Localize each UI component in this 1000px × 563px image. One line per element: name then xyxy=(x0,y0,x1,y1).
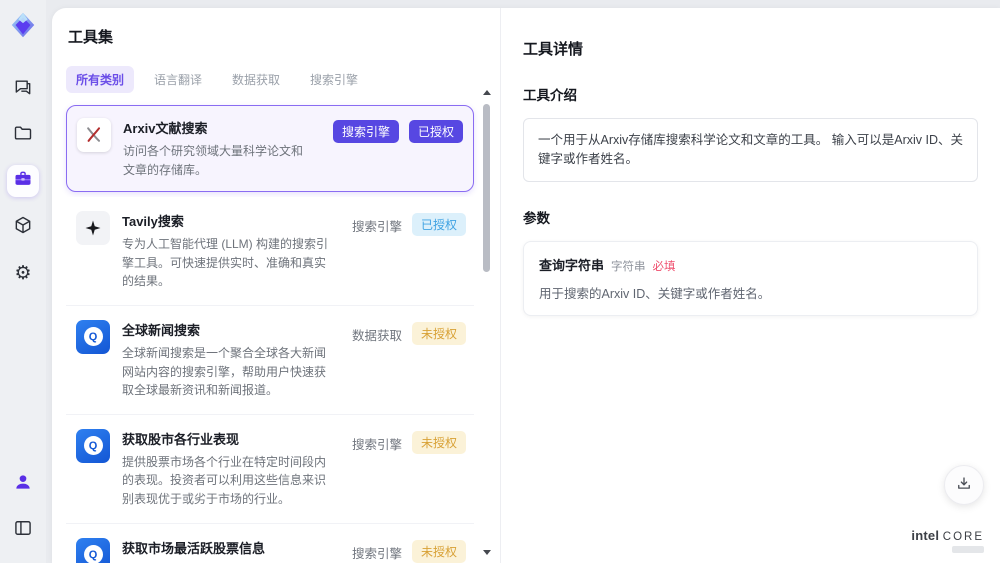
tool-card-list: Arxiv文献搜索 访问各个研究领域大量科学论文和文章的存储库。 搜索引擎 已授… xyxy=(66,105,474,563)
tool-badges: 搜索引擎 未授权 xyxy=(351,539,466,563)
tool-badges: 搜索引擎 已授权 xyxy=(332,120,463,143)
tool-description: 访问各个研究领域大量科学论文和文章的存储库。 xyxy=(123,144,304,177)
tab-language-translation[interactable]: 语言翻译 xyxy=(144,66,212,93)
scrollbar-thumb[interactable] xyxy=(483,104,490,272)
tool-title: 获取股市各行业表现 xyxy=(122,431,240,447)
sidebar-item-files[interactable] xyxy=(7,119,39,151)
q-glyph: Q xyxy=(83,327,103,347)
sidebar-item-profile[interactable] xyxy=(7,468,39,500)
brand-subtext-bar xyxy=(952,546,984,553)
intel-core-logo: intel core xyxy=(911,528,984,553)
tab-all-categories[interactable]: 所有类别 xyxy=(66,66,135,93)
category-label: 搜索引擎 xyxy=(351,220,402,235)
params-heading: 参数 xyxy=(523,210,550,226)
app-window: ⚙ 工具集 所有类别 语言翻译 数据获取 搜索引擎 Arxiv文献搜索 访问各个… xyxy=(0,0,1000,563)
parameter-header: 查询字符串 字符串 必填 xyxy=(539,255,962,274)
sidebar: ⚙ xyxy=(0,0,46,563)
tool-card-body: 获取市场最活跃股票信息 提供当天交易量最高的股票列表，投资者可以利用这些信息来识… xyxy=(122,538,340,563)
news-search-app-icon: Q xyxy=(76,319,110,354)
tool-badges: 搜索引擎 已授权 xyxy=(351,213,466,237)
scroll-up-arrow-icon[interactable] xyxy=(482,90,491,95)
status-badge: 未授权 xyxy=(411,321,466,345)
folder-icon xyxy=(13,123,33,148)
tool-card-arxiv[interactable]: Arxiv文献搜索 访问各个研究领域大量科学论文和文章的存储库。 搜索引擎 已授… xyxy=(66,105,474,193)
core-word: core xyxy=(942,531,984,543)
tool-title: 全球新闻搜索 xyxy=(122,322,201,338)
main-panel: 工具集 所有类别 语言翻译 数据获取 搜索引擎 Arxiv文献搜索 访问各个研究… xyxy=(52,8,1000,563)
tool-description: 全球新闻搜索是一个聚合全球各大新闻网站内容的搜索引擎，帮助用户快速获取全球最新资… xyxy=(122,345,327,398)
q-glyph: Q xyxy=(83,436,103,456)
scroll-down-arrow-icon[interactable] xyxy=(482,550,491,555)
tool-badges: 数据获取 未授权 xyxy=(351,321,466,345)
toolbox-icon xyxy=(13,169,33,194)
intro-heading: 工具介绍 xyxy=(523,88,577,104)
user-icon xyxy=(13,472,33,497)
arxiv-logo-icon xyxy=(77,118,111,152)
tavily-star-icon xyxy=(76,211,110,246)
tool-card-body: Arxiv文献搜索 访问各个研究领域大量科学论文和文章的存储库。 xyxy=(123,118,321,179)
parameter-card: 查询字符串 字符串 必填 用于搜索的Arxiv ID、关键字或作者姓名。 xyxy=(523,240,978,316)
tool-description: 专为人工智能代理 (LLM) 构建的搜索引擎工具。可快速提供实时、准确和真实的结… xyxy=(122,237,329,289)
list-scrollbar[interactable] xyxy=(482,90,491,555)
download-button[interactable] xyxy=(944,465,984,505)
news-search-app-icon: Q xyxy=(76,428,110,463)
details-title: 工具详情 xyxy=(523,41,584,59)
sidebar-item-chat[interactable] xyxy=(7,73,39,105)
sidebar-item-packages[interactable] xyxy=(7,211,39,243)
chat-icon xyxy=(13,77,33,102)
parameter-required-flag: 必填 xyxy=(652,260,676,273)
tool-card-stock-sectors[interactable]: Q 获取股市各行业表现 提供股票市场各个行业在特定时间段内的表现。投资者可以利用… xyxy=(66,414,474,524)
status-badge: 未授权 xyxy=(411,430,466,454)
parameter-name: 查询字符串 xyxy=(539,257,605,273)
tool-card-body: 全球新闻搜索 全球新闻搜索是一个聚合全球各大新闻网站内容的搜索引擎，帮助用户快速… xyxy=(122,320,340,400)
category-label: 数据获取 xyxy=(351,328,402,343)
tab-search-engine[interactable]: 搜索引擎 xyxy=(300,66,368,93)
tool-title: Arxiv文献搜索 xyxy=(123,121,208,136)
tool-list-column: 工具集 所有类别 语言翻译 数据获取 搜索引擎 Arxiv文献搜索 访问各个研究… xyxy=(52,8,500,563)
tool-card-active-stocks[interactable]: Q 获取市场最活跃股票信息 提供当天交易量最高的股票列表，投资者可以利用这些信息… xyxy=(66,523,474,563)
q-glyph: Q xyxy=(83,545,103,563)
intel-word: intel xyxy=(911,528,940,543)
tool-card-global-news[interactable]: Q 全球新闻搜索 全球新闻搜索是一个聚合全球各大新闻网站内容的搜索引擎，帮助用户… xyxy=(66,305,474,415)
sidebar-item-settings[interactable]: ⚙ xyxy=(7,257,39,289)
tool-title: 获取市场最活跃股票信息 xyxy=(122,540,266,556)
status-badge: 已授权 xyxy=(408,120,463,143)
layout-panel-icon xyxy=(13,518,33,543)
tool-description: 提供股票市场各个行业在特定时间段内的表现。投资者可以利用这些信息来识别表现优于或… xyxy=(122,454,327,506)
gear-icon: ⚙ xyxy=(14,262,32,284)
tool-badges: 搜索引擎 未授权 xyxy=(351,430,466,454)
category-label: 搜索引擎 xyxy=(351,546,402,561)
sidebar-item-toolbox[interactable] xyxy=(7,165,39,197)
sidebar-item-panel-toggle[interactable] xyxy=(7,514,39,546)
category-label: 搜索引擎 xyxy=(351,437,402,452)
download-icon xyxy=(955,475,973,496)
cube-icon xyxy=(13,215,33,240)
tool-title: Tavily搜索 xyxy=(122,214,184,230)
tool-card-body: 获取股市各行业表现 提供股票市场各个行业在特定时间段内的表现。投资者可以利用这些… xyxy=(122,429,340,509)
status-badge: 未授权 xyxy=(411,539,466,563)
parameter-type: 字符串 xyxy=(611,260,646,273)
page-title: 工具集 xyxy=(68,29,114,46)
intel-core-wordmark: intel core xyxy=(911,528,984,543)
news-search-app-icon: Q xyxy=(76,537,110,563)
tool-card-body: Tavily搜索 专为人工智能代理 (LLM) 构建的搜索引擎工具。可快速提供实… xyxy=(122,211,340,291)
tool-details-panel: 工具详情 工具介绍 一个用于从Arxiv存储库搜索科学论文和文章的工具。 输入可… xyxy=(500,8,1000,563)
category-badge: 搜索引擎 xyxy=(332,120,399,143)
tab-data-acquisition[interactable]: 数据获取 xyxy=(222,66,290,93)
status-badge: 已授权 xyxy=(411,213,466,237)
tool-card-tavily[interactable]: Tavily搜索 专为人工智能代理 (LLM) 构建的搜索引擎工具。可快速提供实… xyxy=(66,197,474,306)
intro-text-box: 一个用于从Arxiv存储库搜索科学论文和文章的工具。 输入可以是Arxiv ID… xyxy=(523,118,978,182)
category-tabs: 所有类别 语言翻译 数据获取 搜索引擎 xyxy=(66,66,474,93)
parameter-description: 用于搜索的Arxiv ID、关键字或作者姓名。 xyxy=(539,286,771,301)
app-logo-gem-icon xyxy=(6,8,40,42)
